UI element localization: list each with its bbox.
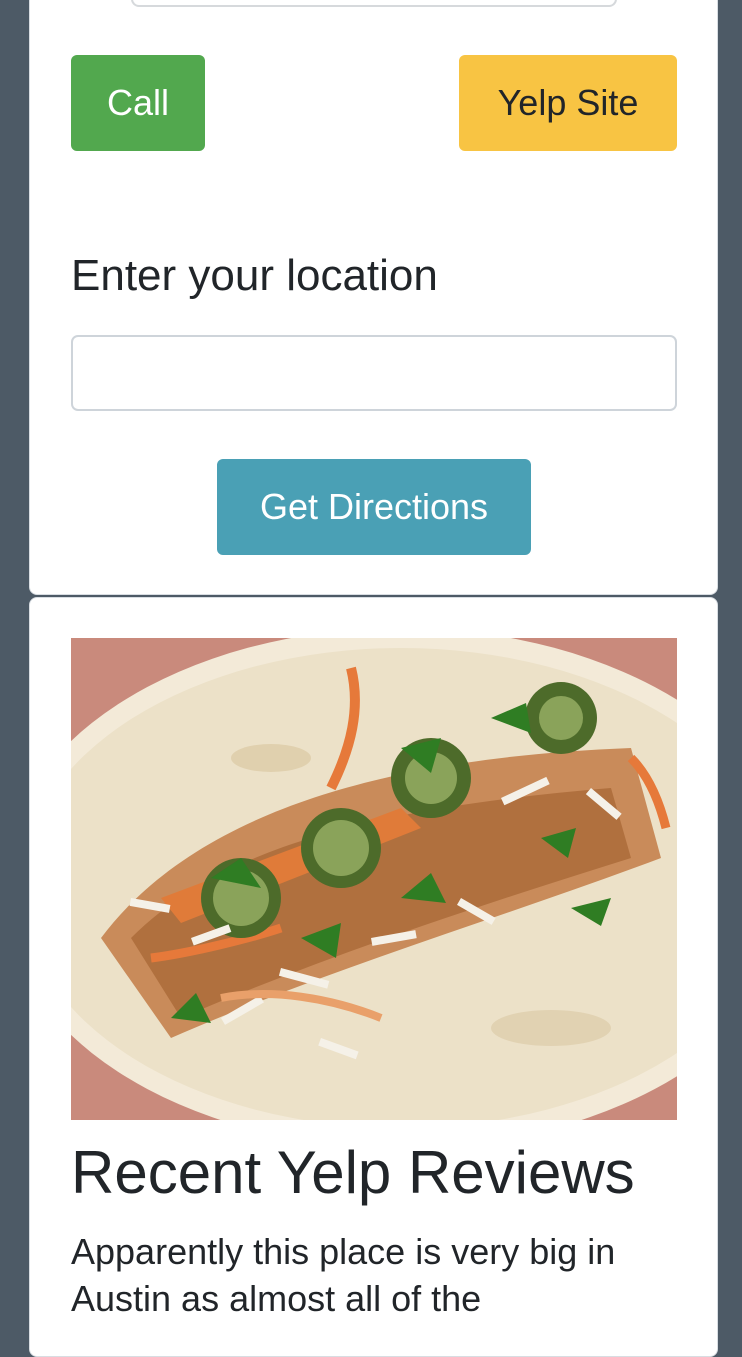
reviews-card: Recent Yelp Reviews Apparently this plac… <box>29 597 718 1357</box>
review-text: Apparently this place is very big in Aus… <box>71 1231 616 1319</box>
yelp-site-button[interactable]: Yelp Site <box>459 55 677 151</box>
taco-photo-graphic <box>71 638 677 1120</box>
reviews-title: Recent Yelp Reviews <box>71 1139 635 1206</box>
previous-field-edge <box>131 0 617 7</box>
get-directions-button[interactable]: Get Directions <box>217 459 531 555</box>
taco-photo <box>71 638 677 1120</box>
location-input[interactable] <box>71 335 677 411</box>
call-button[interactable]: Call <box>71 55 205 151</box>
business-card: Call Yelp Site Enter your location Get D… <box>29 0 718 595</box>
location-label: Enter your location <box>71 251 438 300</box>
